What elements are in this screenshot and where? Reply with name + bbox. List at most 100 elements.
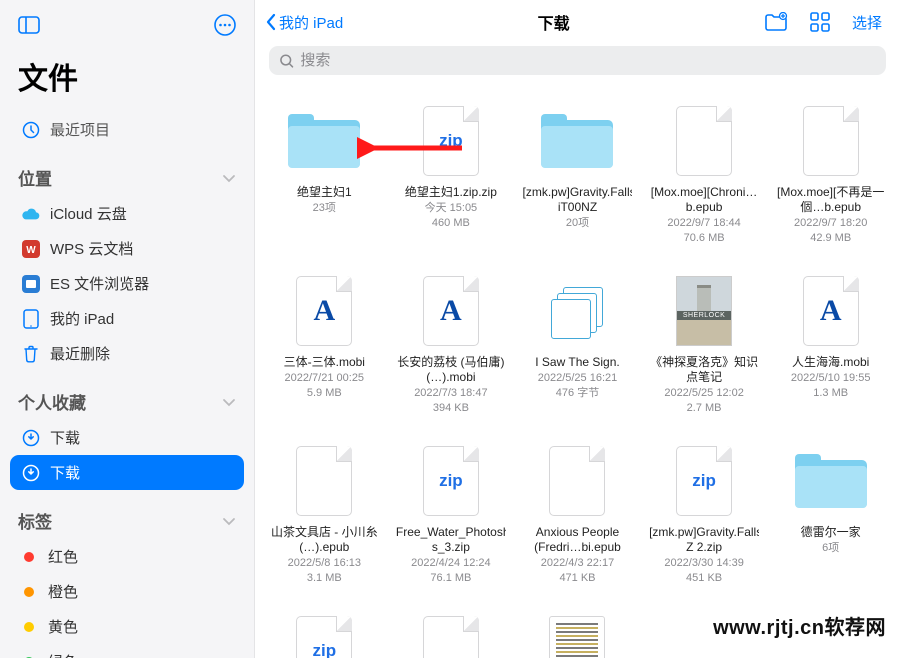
file-item[interactable]: zip (261, 605, 388, 658)
sidebar-item-label: ES 文件浏览器 (50, 273, 149, 294)
file-name: Anxious People (Fredri…bi.epub (522, 525, 632, 555)
file-name: 人生海海.mobi (792, 355, 869, 370)
sidebar-toggle-icon[interactable] (18, 16, 40, 34)
file-meta2: 451 KB (686, 571, 722, 585)
file-name: Free_Water_Photoshop…s_3.zip (396, 525, 506, 555)
file-meta2: 1.3 MB (813, 386, 848, 400)
more-icon[interactable] (214, 14, 236, 36)
file-name: [zmk.pw]Gravity.Falls.S…Z 2.zip (649, 525, 759, 555)
file-item[interactable]: Anxious People (Fredri…bi.epub 2022/4/3 … (514, 435, 641, 605)
locations-header[interactable]: 位置 (0, 147, 254, 196)
file-item[interactable]: A 人生海海.mobi 2022/5/10 19:55 1.3 MB (767, 265, 894, 435)
file-name: [Mox.moe][Chroni…b.epub (649, 185, 759, 215)
toolbar: 我的 iPad 下载 选择 (255, 0, 900, 40)
favorite-downloads-1[interactable]: 下载 (0, 420, 254, 455)
file-item[interactable]: SHERLOCK 《神探夏洛克》知识点笔记 2022/5/25 12:02 2.… (641, 265, 768, 435)
tag-绿色[interactable]: 绿色 (0, 644, 254, 658)
file-meta2: 42.9 MB (810, 231, 851, 245)
download-icon (18, 463, 44, 483)
file-item[interactable]: 德雷尔一家 6项 (767, 435, 894, 605)
file-thumbnail (288, 105, 360, 177)
file-thumbnail: zip (288, 615, 360, 658)
sidebar: 文件 最近项目 位置 iCloud 云盘 W WPS 云文档 ES 文件浏览器 … (0, 0, 255, 658)
file-thumbnail: A (415, 275, 487, 347)
file-thumbnail (541, 445, 613, 517)
file-grid: 绝望主妇1 23项 zip 绝望主妇1.zip.zip 今天 15:05 460… (255, 85, 900, 658)
file-meta2: 2.7 MB (687, 401, 722, 415)
file-meta1: 2022/7/21 00:25 (285, 371, 365, 385)
file-item[interactable]: zip Free_Water_Photoshop…s_3.zip 2022/4/… (388, 435, 515, 605)
location-ipad[interactable]: 我的 iPad (0, 301, 254, 336)
view-options-icon[interactable] (810, 12, 830, 32)
new-folder-icon[interactable] (764, 12, 788, 32)
file-item[interactable]: [Mox.moe][Chroni…b.epub 2022/9/7 18:44 7… (641, 95, 768, 265)
favorite-downloads-2[interactable]: 下载 (10, 455, 244, 490)
file-item[interactable] (388, 605, 515, 658)
file-thumbnail (415, 615, 487, 658)
tag-黄色[interactable]: 黄色 (0, 609, 254, 644)
ipad-icon (18, 309, 44, 329)
file-name: [zmk.pw]Gravity.Falls.S…iT00NZ (522, 185, 632, 215)
file-meta1: 2022/9/7 18:20 (794, 216, 867, 230)
file-name: 绝望主妇1.zip.zip (405, 185, 497, 200)
chevron-down-icon (222, 397, 236, 407)
file-thumbnail: zip (415, 445, 487, 517)
file-name: 三体-三体.mobi (284, 355, 365, 370)
watermark: www.rjtj.cn软荐网 (713, 611, 886, 640)
file-item[interactable]: A 长安的荔枝 (马伯庸) (…).mobi 2022/7/3 18:47 39… (388, 265, 515, 435)
file-item[interactable]: zip 绝望主妇1.zip.zip 今天 15:05 460 MB (388, 95, 515, 265)
file-thumbnail (288, 445, 360, 517)
location-es[interactable]: ES 文件浏览器 (0, 266, 254, 301)
file-meta1: 2022/5/8 16:13 (288, 556, 361, 570)
file-meta1: 23项 (313, 201, 336, 215)
file-meta1: 2022/5/25 12:02 (664, 386, 744, 400)
back-button[interactable]: 我的 iPad (265, 12, 343, 33)
file-item[interactable] (514, 605, 641, 658)
svg-text:W: W (26, 245, 36, 256)
tags-header[interactable]: 标签 (0, 490, 254, 539)
file-meta2: 460 MB (432, 216, 470, 230)
location-icloud[interactable]: iCloud 云盘 (0, 196, 254, 231)
file-item[interactable]: [zmk.pw]Gravity.Falls.S…iT00NZ 20项 (514, 95, 641, 265)
file-meta1: 20项 (566, 216, 589, 230)
location-trash[interactable]: 最近删除 (0, 336, 254, 371)
tag-橙色[interactable]: 橙色 (0, 574, 254, 609)
search-icon (279, 53, 294, 69)
app-title: 文件 (0, 54, 254, 112)
file-item[interactable]: [Mox.moe][不再是一個…b.epub 2022/9/7 18:20 42… (767, 95, 894, 265)
file-meta2: 394 KB (433, 401, 469, 415)
favorites-header[interactable]: 个人收藏 (0, 371, 254, 420)
file-item[interactable]: A 三体-三体.mobi 2022/7/21 00:25 5.9 MB (261, 265, 388, 435)
file-name: I Saw The Sign. (535, 355, 620, 370)
file-item[interactable]: 绝望主妇1 23项 (261, 95, 388, 265)
search-input[interactable] (300, 52, 876, 69)
file-thumbnail (541, 105, 613, 177)
sidebar-item-label: 最近删除 (50, 343, 110, 364)
tag-label: 红色 (48, 546, 78, 567)
sidebar-item-label: 下载 (50, 462, 80, 483)
favorites-label: 个人收藏 (18, 389, 86, 414)
file-meta1: 今天 15:05 (425, 201, 478, 215)
file-thumbnail (795, 105, 867, 177)
tag-dot-icon (24, 622, 34, 632)
recent-row[interactable]: 最近项目 (0, 112, 254, 147)
sidebar-top-controls (0, 10, 254, 54)
file-meta1: 2022/9/7 18:44 (667, 216, 740, 230)
file-meta1: 2022/7/3 18:47 (414, 386, 487, 400)
file-meta2: 70.6 MB (684, 231, 725, 245)
file-item[interactable]: 山茶文具店 - 小川糸 (…).epub 2022/5/8 16:13 3.1 … (261, 435, 388, 605)
select-button[interactable]: 选择 (852, 12, 882, 33)
file-meta2: 76.1 MB (430, 571, 471, 585)
search-field[interactable] (269, 46, 886, 75)
locations-label: 位置 (18, 165, 52, 190)
file-item[interactable]: zip [zmk.pw]Gravity.Falls.S…Z 2.zip 2022… (641, 435, 768, 605)
file-item[interactable]: I Saw The Sign. 2022/5/25 16:21 476 字节 (514, 265, 641, 435)
file-meta2: 471 KB (559, 571, 595, 585)
file-meta1: 2022/4/3 22:17 (541, 556, 614, 570)
file-meta1: 2022/5/25 16:21 (538, 371, 618, 385)
tag-红色[interactable]: 红色 (0, 539, 254, 574)
location-wps[interactable]: W WPS 云文档 (0, 231, 254, 266)
tag-dot-icon (24, 552, 34, 562)
file-name: 绝望主妇1 (297, 185, 352, 200)
chevron-down-icon (222, 173, 236, 183)
